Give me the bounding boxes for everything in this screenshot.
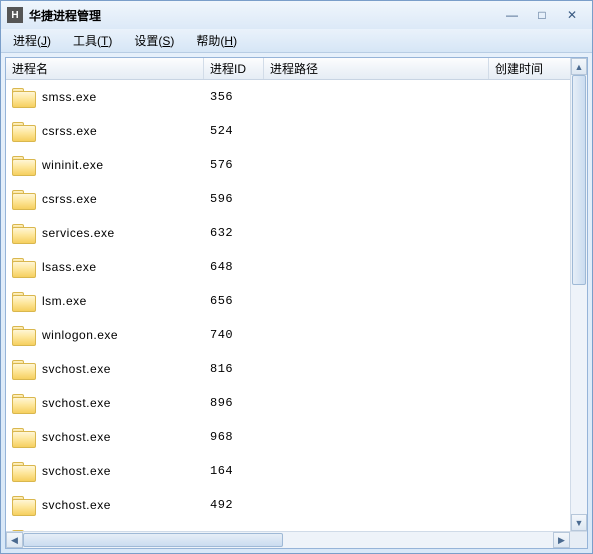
folder-icon xyxy=(12,156,34,174)
process-pid: 896 xyxy=(204,396,264,410)
vscroll-track[interactable] xyxy=(571,75,587,514)
menu-process[interactable]: 进程(J) xyxy=(9,29,55,52)
content-frame: 进程名 进程ID 进程路径 创建时间 smss.exe 356 csrss.exe 5… xyxy=(5,57,588,549)
table-row[interactable]: svchost.exe 164 xyxy=(6,454,587,488)
app-icon: H xyxy=(7,7,23,23)
process-name: winlogon.exe xyxy=(42,328,118,342)
folder-icon xyxy=(12,122,34,140)
header-path[interactable]: 进程路径 xyxy=(264,58,489,79)
scroll-right-button[interactable]: ▶ xyxy=(553,532,570,548)
folder-icon xyxy=(12,190,34,208)
table-row[interactable]: smss.exe 356 xyxy=(6,80,587,114)
menubar: 进程(J) 工具(T) 设置(S) 帮助(H) xyxy=(1,29,592,53)
table-row[interactable]: lsm.exe 656 xyxy=(6,284,587,318)
process-name: services.exe xyxy=(42,226,115,240)
process-name: svchost.exe xyxy=(42,464,111,478)
folder-icon xyxy=(12,462,34,480)
maximize-button[interactable]: □ xyxy=(528,6,556,24)
table-row[interactable]: svchost.exe 896 xyxy=(6,386,587,420)
folder-icon xyxy=(12,326,34,344)
process-name: lsass.exe xyxy=(42,260,97,274)
header-name[interactable]: 进程名 xyxy=(6,58,204,79)
menu-settings[interactable]: 设置(S) xyxy=(130,29,178,52)
process-pid: 164 xyxy=(204,464,264,478)
rows-container: smss.exe 356 csrss.exe 524 wininit.exe 576 csr… xyxy=(6,80,587,531)
folder-icon xyxy=(12,530,34,531)
table-row[interactable]: services.exe 632 xyxy=(6,216,587,250)
process-name: lsm.exe xyxy=(42,294,87,308)
minimize-button[interactable]: — xyxy=(498,6,526,24)
process-pid: 492 xyxy=(204,498,264,512)
folder-icon xyxy=(12,292,34,310)
app-window: H 华捷进程管理 — □ ✕ 进程(J) 工具(T) 设置(S) 帮助(H) 进… xyxy=(0,0,593,554)
header-pid[interactable]: 进程ID xyxy=(204,58,264,79)
vscroll-thumb[interactable] xyxy=(572,75,586,285)
table-row[interactable]: svchost.exe 968 xyxy=(6,420,587,454)
scroll-up-button[interactable]: ▲ xyxy=(571,58,587,75)
process-name: svchost.exe xyxy=(42,362,111,376)
close-button[interactable]: ✕ xyxy=(558,6,586,24)
table-row[interactable]: svchost.exe1036 xyxy=(6,522,587,531)
window-title: 华捷进程管理 xyxy=(29,7,101,24)
process-name: svchost.exe xyxy=(42,430,111,444)
table-row[interactable]: csrss.exe 524 xyxy=(6,114,587,148)
table-row[interactable]: svchost.exe 492 xyxy=(6,488,587,522)
folder-icon xyxy=(12,360,34,378)
horizontal-scrollbar[interactable]: ◀ ▶ xyxy=(6,531,587,548)
scroll-left-button[interactable]: ◀ xyxy=(6,532,23,548)
process-name: wininit.exe xyxy=(42,158,104,172)
menu-help[interactable]: 帮助(H) xyxy=(192,29,241,52)
process-pid: 524 xyxy=(204,124,264,138)
table-row[interactable]: svchost.exe 816 xyxy=(6,352,587,386)
process-listview[interactable]: 进程名 进程ID 进程路径 创建时间 smss.exe 356 csrss.exe 5… xyxy=(6,58,587,531)
process-pid: 968 xyxy=(204,430,264,444)
table-row[interactable]: winlogon.exe 740 xyxy=(6,318,587,352)
process-pid: 656 xyxy=(204,294,264,308)
process-pid: 356 xyxy=(204,90,264,104)
scroll-corner xyxy=(570,532,587,548)
folder-icon xyxy=(12,394,34,412)
table-row[interactable]: wininit.exe 576 xyxy=(6,148,587,182)
table-row[interactable]: csrss.exe 596 xyxy=(6,182,587,216)
vertical-scrollbar[interactable]: ▲ ▼ xyxy=(570,58,587,531)
process-pid: 648 xyxy=(204,260,264,274)
column-headers: 进程名 进程ID 进程路径 创建时间 xyxy=(6,58,587,80)
folder-icon xyxy=(12,88,34,106)
process-pid: 740 xyxy=(204,328,264,342)
menu-tools[interactable]: 工具(T) xyxy=(69,29,116,52)
table-row[interactable]: lsass.exe 648 xyxy=(6,250,587,284)
process-name: csrss.exe xyxy=(42,192,97,206)
process-name: csrss.exe xyxy=(42,124,97,138)
hscroll-thumb[interactable] xyxy=(23,533,283,547)
folder-icon xyxy=(12,496,34,514)
process-pid: 632 xyxy=(204,226,264,240)
scroll-down-button[interactable]: ▼ xyxy=(571,514,587,531)
hscroll-track[interactable] xyxy=(23,532,553,548)
process-pid: 596 xyxy=(204,192,264,206)
process-name: svchost.exe xyxy=(42,396,111,410)
titlebar[interactable]: H 华捷进程管理 — □ ✕ xyxy=(1,1,592,29)
process-pid: 576 xyxy=(204,158,264,172)
folder-icon xyxy=(12,428,34,446)
folder-icon xyxy=(12,258,34,276)
process-name: smss.exe xyxy=(42,90,97,104)
process-name: svchost.exe xyxy=(42,498,111,512)
folder-icon xyxy=(12,224,34,242)
process-pid: 816 xyxy=(204,362,264,376)
